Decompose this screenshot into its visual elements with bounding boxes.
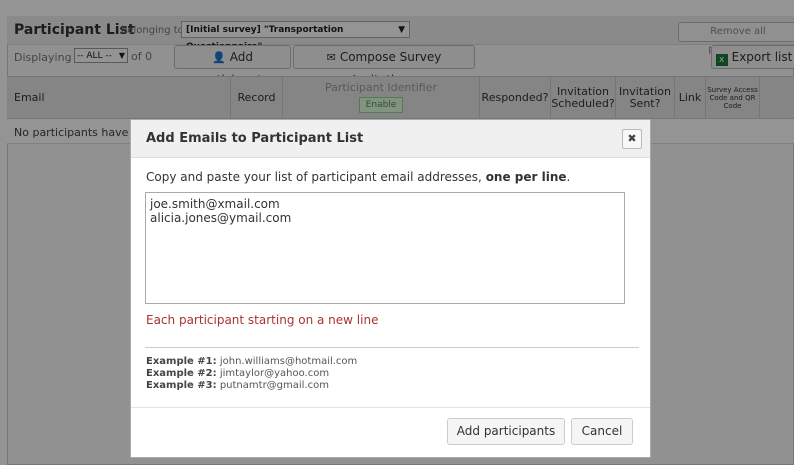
emails-textarea[interactable]: joe.smith@xmail.com alicia.jones@ymail.c… xyxy=(145,192,625,304)
example-value: john.williams@hotmail.com xyxy=(219,356,358,367)
example-label: Example #2: xyxy=(146,368,217,379)
instruction-period: . xyxy=(566,170,571,184)
instruction-emphasis: one per line xyxy=(485,170,567,184)
example-label: Example #3: xyxy=(146,380,217,391)
example-label: Example #1: xyxy=(146,356,217,367)
participant-list-page: Participant List belonging to [Initial s… xyxy=(0,0,794,465)
example-value: putnamtr@gmail.com xyxy=(219,380,329,391)
example-line: Example #1: john.williams@hotmail.com xyxy=(146,356,357,367)
divider xyxy=(145,347,639,348)
newline-hint: Each participant starting on a new line xyxy=(146,313,379,327)
close-icon[interactable]: ✖ xyxy=(622,129,642,149)
footer-divider xyxy=(131,407,650,408)
instruction-text: Copy and paste your list of participant … xyxy=(146,170,482,184)
example-line: Example #2: jimtaylor@yahoo.com xyxy=(146,368,329,379)
dialog-instructions: Copy and paste your list of participant … xyxy=(146,170,570,184)
add-emails-dialog: Add Emails to Participant List ✖ Copy an… xyxy=(130,119,651,458)
add-participants-submit-button[interactable]: Add participants xyxy=(447,418,565,445)
example-line: Example #3: putnamtr@gmail.com xyxy=(146,380,329,391)
cancel-button[interactable]: Cancel xyxy=(571,418,633,445)
dialog-title: Add Emails to Participant List xyxy=(146,131,364,146)
example-value: jimtaylor@yahoo.com xyxy=(219,368,330,379)
